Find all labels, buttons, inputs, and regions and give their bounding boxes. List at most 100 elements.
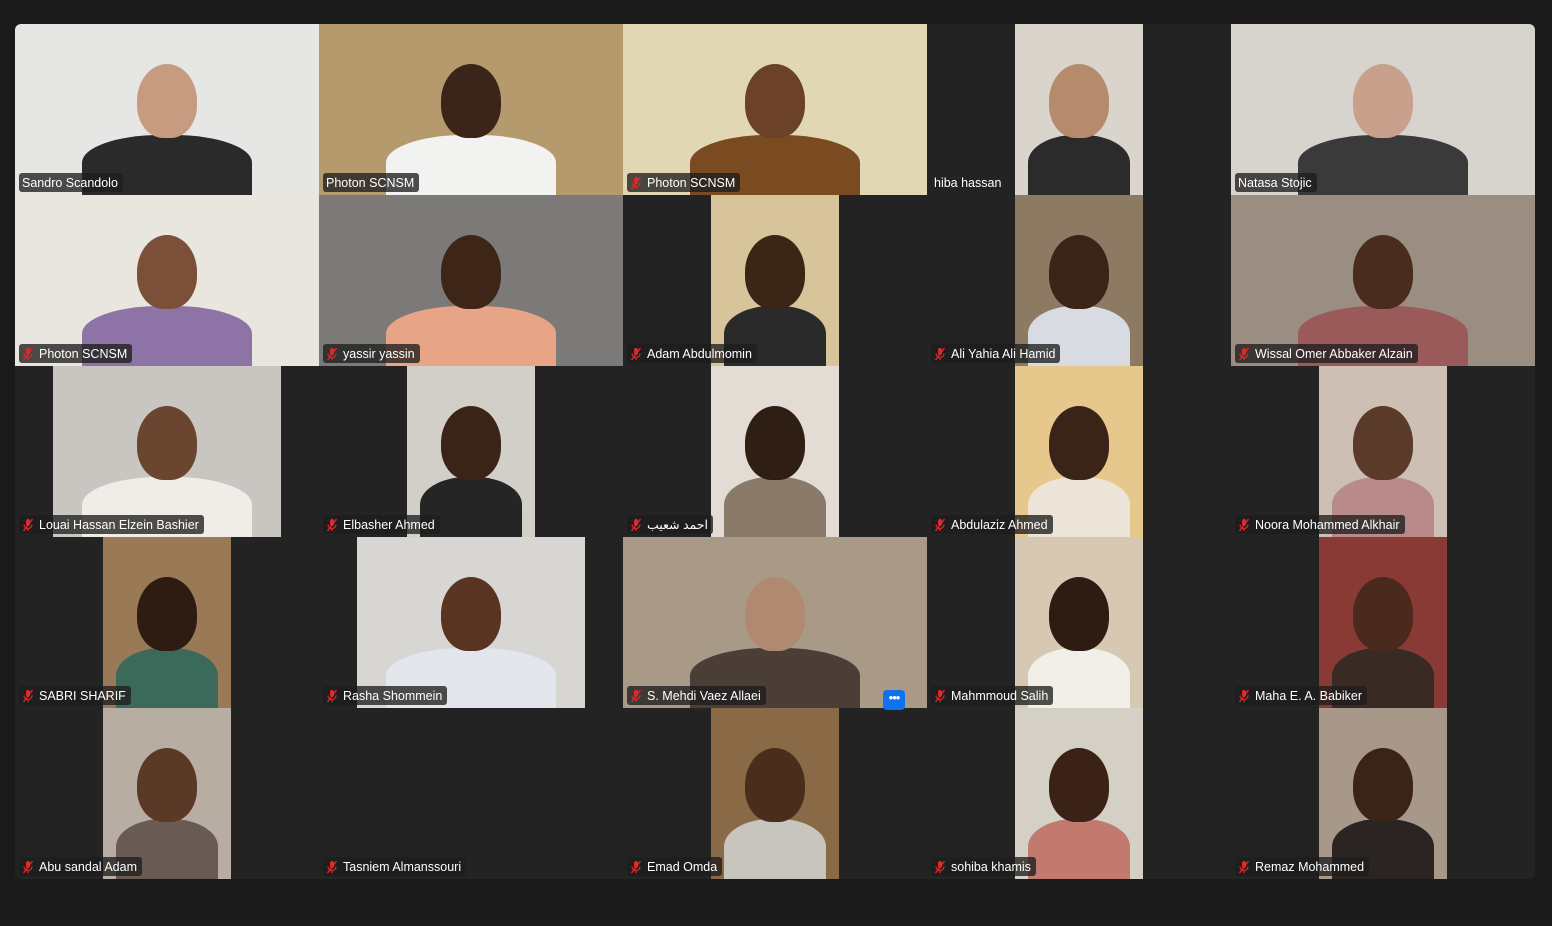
participant-face [1353,64,1413,138]
participant-name-tag: sohiba khamis [931,857,1036,876]
mic-muted-icon [1238,518,1250,532]
participant-video [319,24,623,195]
participant-tile[interactable]: Louai Hassan Elzein Bashier [15,366,319,537]
participant-video [103,708,231,879]
participant-name: hiba hassan [934,175,1002,190]
participant-video [15,195,319,366]
participant-video [711,195,839,366]
mic-muted-icon [326,518,338,532]
participant-name: Noora Mohammed Alkhair [1255,517,1400,532]
mic-muted-icon [22,860,34,874]
participant-face [745,406,805,480]
participant-name-tag: S. Mehdi Vaez Allaei [627,686,766,705]
participant-name: Tasniem Almanssouri [343,859,462,874]
participant-tile[interactable]: Ali Yahia Ali Hamid [927,195,1231,366]
mic-muted-icon [22,518,34,532]
participant-video [1319,366,1447,537]
participant-name-tag: Abu sandal Adam [19,857,142,876]
mic-muted-icon [630,689,642,703]
participant-video [711,708,839,879]
participant-tile[interactable]: SABRI SHARIF [15,537,319,708]
participant-tile[interactable]: Noora Mohammed Alkhair [1231,366,1535,537]
participant-tile[interactable]: Maha E. A. Babiker [1231,537,1535,708]
participant-tile[interactable]: Photon SCNSM [15,195,319,366]
participant-tile[interactable]: Photon SCNSM [623,24,927,195]
mic-muted-icon [326,347,338,361]
mic-muted-icon [934,689,946,703]
participant-name-tag: Maha E. A. Babiker [1235,686,1368,705]
participant-name-tag: Sandro Scandolo [19,173,123,192]
participant-name-tag: Photon SCNSM [19,344,133,363]
participant-tile[interactable]: Sandro Scandolo [15,24,319,195]
participant-video [1015,24,1143,195]
participant-video [623,537,927,708]
participant-video [357,537,585,708]
participant-face [137,235,197,309]
participant-video [711,366,839,537]
participant-silhouette [115,648,219,708]
participant-tile[interactable]: Wissal Omer Abbaker Alzain [1231,195,1535,366]
mic-muted-icon [22,689,34,703]
participant-video [1319,537,1447,708]
participant-tile[interactable]: Abu sandal Adam [15,708,319,879]
participant-name: sohiba khamis [951,859,1031,874]
participant-name-tag: Emad Omda [627,857,723,876]
participant-video [1015,537,1143,708]
participant-tile[interactable]: Mahmmoud Salih [927,537,1231,708]
participant-face [1049,577,1109,651]
participant-name: Abdulaziz Ahmed [951,517,1048,532]
participant-name-tag: Louai Hassan Elzein Bashier [19,515,204,534]
participant-face [137,406,197,480]
participant-face [1049,64,1109,138]
participant-tile[interactable]: احمد شعيب [623,366,927,537]
participant-tile[interactable]: hiba hassan [927,24,1231,195]
participant-silhouette [723,819,827,879]
mic-muted-icon [22,347,34,361]
participant-video [15,24,319,195]
more-options-button[interactable]: ••• [883,690,905,710]
participant-name-tag: SABRI SHARIF [19,686,131,705]
participant-tile[interactable]: sohiba khamis [927,708,1231,879]
participant-tile[interactable]: yassir yassin [319,195,623,366]
participant-name: Mahmmoud Salih [951,688,1049,703]
participant-name: Elbasher Ahmed [343,517,435,532]
participant-name-tag: Natasa Stojic [1235,173,1317,192]
participant-name: Adam Abdulmomin [647,346,752,361]
participant-name-tag: احمد شعيب [627,515,714,534]
mic-muted-icon [630,347,642,361]
participant-video [1015,708,1143,879]
participant-video [103,537,231,708]
participant-tile[interactable]: Remaz Mohammed [1231,708,1535,879]
participant-video [319,195,623,366]
participant-face [1049,748,1109,822]
participant-tile[interactable]: Elbasher Ahmed [319,366,623,537]
participant-tile[interactable]: Tasniem Almanssouri [319,708,623,879]
participant-name: SABRI SHARIF [39,688,126,703]
participant-name: Natasa Stojic [1238,175,1312,190]
participant-tile[interactable]: Emad Omda [623,708,927,879]
mic-muted-icon [1238,689,1250,703]
mic-muted-icon [1238,347,1250,361]
participant-face [745,235,805,309]
participant-name: Photon SCNSM [39,346,128,361]
participant-face [745,748,805,822]
participant-name: Maha E. A. Babiker [1255,688,1363,703]
participant-face [745,64,805,138]
participant-video [407,366,535,537]
participant-face [1353,235,1413,309]
participant-tile[interactable]: Natasa Stojic [1231,24,1535,195]
mic-muted-icon [934,518,946,532]
participant-tile[interactable]: S. Mehdi Vaez Allaei [623,537,927,708]
participant-tile[interactable]: Photon SCNSM [319,24,623,195]
participant-tile[interactable]: Abdulaziz Ahmed [927,366,1231,537]
participant-name-tag: yassir yassin [323,344,420,363]
participant-tile[interactable]: Adam Abdulmomin [623,195,927,366]
participant-tile[interactable]: Rasha Shommein [319,537,623,708]
participant-video [623,24,927,195]
participant-face [1353,748,1413,822]
participant-name: Rasha Shommein [343,688,443,703]
participant-name: Sandro Scandolo [22,175,118,190]
mic-muted-icon [934,347,946,361]
participant-silhouette [1298,135,1468,195]
participant-name: Remaz Mohammed [1255,859,1365,874]
